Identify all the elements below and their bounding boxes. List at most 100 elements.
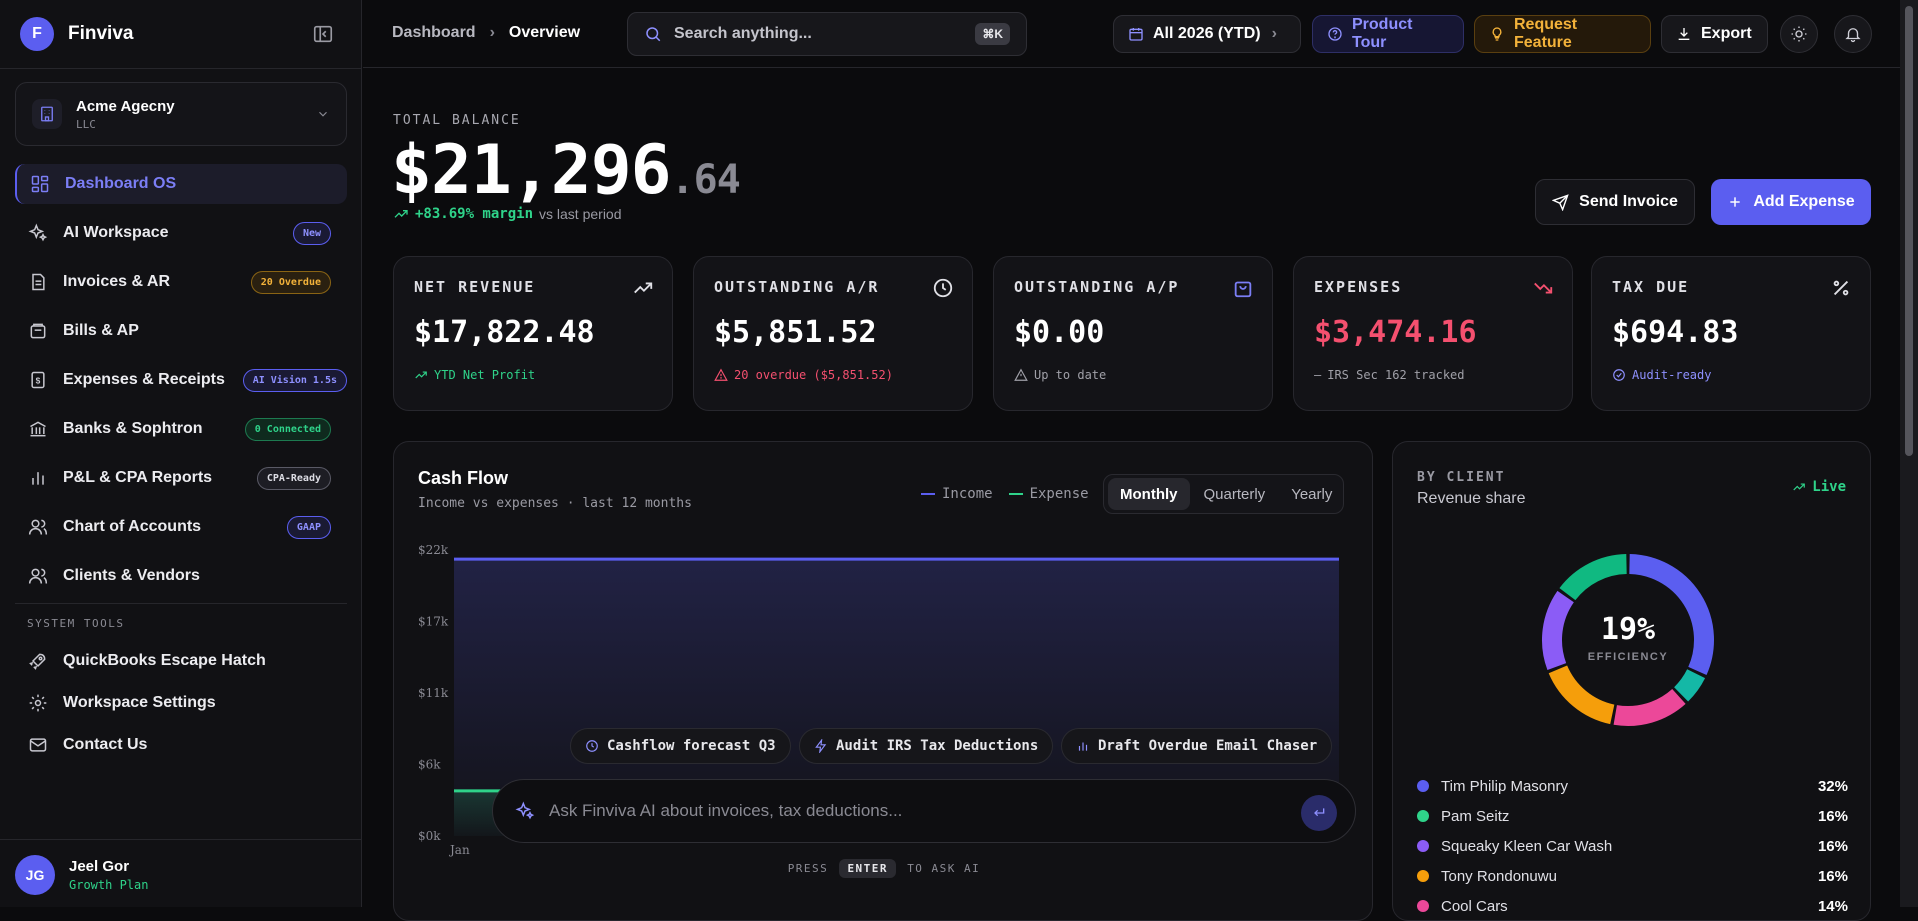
badge-gaap: GAAP <box>286 515 331 539</box>
request-feature-button[interactable]: Request Feature <box>1474 15 1651 53</box>
badge-cpa-ready: CPA-Ready <box>256 466 331 490</box>
svg-text:$: $ <box>36 375 41 385</box>
nav-item-chart-of-accounts[interactable]: Chart of Accounts GAAP <box>15 507 347 547</box>
top-header: Dashboard › Overview Search anything... … <box>363 0 1900 68</box>
donut-slice[interactable] <box>1673 668 1706 702</box>
client-color-dot <box>1417 900 1429 912</box>
nav-item-expenses[interactable]: $ Expenses & Receipts AI Vision 1.5s <box>15 360 347 400</box>
main-nav: Dashboard OS AI Workspace New Invoices &… <box>15 164 347 605</box>
donut-slice[interactable] <box>1613 688 1686 726</box>
quick-prompt-audit[interactable]: Audit IRS Tax Deductions <box>799 728 1054 764</box>
hint-press: PRESS <box>787 862 829 875</box>
client-row[interactable]: Tony Rondonuwu 16% <box>1417 861 1848 891</box>
client-row[interactable]: Cool Cars 14% <box>1417 891 1848 920</box>
scrollbar[interactable] <box>1900 0 1918 907</box>
balance-delta: +83.69% margin vs last period <box>393 206 622 222</box>
breadcrumb-overview: Overview <box>508 24 581 41</box>
ai-ask-placeholder: Ask Finviva AI about invoices, tax deduc… <box>549 801 903 820</box>
breadcrumb-dashboard[interactable]: Dashboard <box>392 24 476 42</box>
notifications-button[interactable] <box>1834 15 1872 53</box>
period-yearly[interactable]: Yearly <box>1279 478 1344 510</box>
search-shortcut: ⌘K <box>975 23 1010 45</box>
lightning-icon <box>814 739 828 753</box>
feature-label: Request Feature <box>1514 16 1578 51</box>
send-invoice-button[interactable]: Send Invoice <box>1535 179 1695 225</box>
client-color-dot <box>1417 870 1429 882</box>
brand[interactable]: F Finviva <box>20 17 133 51</box>
kpi-net-revenue[interactable]: NET REVENUE $17,822.48 YTD Net Profit <box>393 256 673 411</box>
lightbulb-icon <box>1489 26 1505 42</box>
kpi-expenses[interactable]: EXPENSES $3,474.16 — IRS Sec 162 tracked <box>1293 256 1573 411</box>
scrollbar-thumb[interactable] <box>1905 6 1913 456</box>
period-quarterly[interactable]: Quarterly <box>1192 478 1278 510</box>
kpi-outstanding-ap[interactable]: OUTSTANDING A/P $0.00 Up to date <box>993 256 1273 411</box>
kpi-sub: 20 overdue ($5,851.52) <box>714 368 893 382</box>
nav-item-clients-vendors[interactable]: Clients & Vendors <box>15 556 347 596</box>
badge-ai-vision: AI Vision 1.5s <box>242 368 347 392</box>
enter-icon[interactable] <box>1301 795 1337 831</box>
nav-item-banks[interactable]: Banks & Sophtron 0 Connected <box>15 409 347 449</box>
donut-slice[interactable] <box>1559 554 1628 601</box>
trending-up-icon <box>1792 480 1806 494</box>
kpi-value: $0.00 <box>1014 315 1105 350</box>
kpi-label: EXPENSES <box>1314 278 1403 296</box>
kpi-value: $5,851.52 <box>714 315 877 350</box>
live-label: Live <box>1812 479 1846 495</box>
client-row[interactable]: Tim Philip Masonry 32% <box>1417 771 1848 801</box>
delta-value: +83.69% margin <box>415 206 534 222</box>
nav-item-workspace-settings[interactable]: Workspace Settings <box>15 683 347 723</box>
export-button[interactable]: Export <box>1661 15 1768 53</box>
period-selector[interactable]: All 2026 (YTD) › <box>1113 15 1301 53</box>
divider <box>0 839 362 840</box>
by-client-title: BY CLIENT <box>1417 470 1506 485</box>
receipt-icon: $ <box>28 370 48 390</box>
client-share: 16% <box>1817 807 1848 825</box>
nav-label: P&L & CPA Reports <box>63 469 213 486</box>
help-icon <box>1327 26 1343 42</box>
nav-item-invoices[interactable]: Invoices & AR 20 Overdue <box>15 262 347 302</box>
by-client-card: BY CLIENT Revenue share Live 19% EFFICIE… <box>1392 441 1871 921</box>
client-row[interactable]: Squeaky Kleen Car Wash 16% <box>1417 831 1848 861</box>
gear-icon <box>28 693 48 713</box>
nav-item-contact-us[interactable]: Contact Us <box>15 725 347 765</box>
nav-label: AI Workspace <box>63 224 169 241</box>
quick-prompt-label: Cashflow forecast Q3 <box>607 738 776 754</box>
user-profile[interactable]: JG Jeel Gor Growth Plan <box>15 855 148 895</box>
donut-slice[interactable] <box>1548 665 1615 725</box>
kpi-tax-due[interactable]: TAX DUE $694.83 Audit-ready <box>1591 256 1871 411</box>
period-monthly[interactable]: Monthly <box>1108 478 1190 510</box>
kpi-outstanding-ar[interactable]: OUTSTANDING A/R $5,851.52 20 overdue ($5… <box>693 256 973 411</box>
product-tour-button[interactable]: Product Tour <box>1312 15 1464 53</box>
add-expense-button[interactable]: Add Expense <box>1711 179 1871 225</box>
quick-prompt-forecast[interactable]: Cashflow forecast Q3 <box>570 728 791 764</box>
mail-icon <box>28 735 48 755</box>
quick-prompt-email[interactable]: Draft Overdue Email Chaser <box>1061 728 1333 764</box>
nav-item-bills[interactable]: Bills & AP <box>15 311 347 351</box>
nav-label: QuickBooks Escape Hatch <box>63 652 266 669</box>
theme-toggle-button[interactable] <box>1780 15 1818 53</box>
breadcrumb: Dashboard › Overview <box>392 24 580 42</box>
sidebar-collapse-icon[interactable] <box>312 23 334 45</box>
org-switcher[interactable]: Acme Agecny LLC <box>15 82 347 146</box>
client-row[interactable]: Pam Seitz 16% <box>1417 801 1848 831</box>
nav-item-quickbooks-escape[interactable]: QuickBooks Escape Hatch <box>15 641 347 681</box>
client-color-dot <box>1417 810 1429 822</box>
badge-new: New <box>292 221 331 245</box>
search-input[interactable]: Search anything... ⌘K <box>627 12 1027 56</box>
nav-item-dashboard[interactable]: Dashboard OS <box>15 164 347 204</box>
ai-ask-input[interactable]: Ask Finviva AI about invoices, tax deduc… <box>492 779 1356 843</box>
y-tick-label: $6k <box>418 758 441 772</box>
search-icon <box>644 25 662 43</box>
delta-note: vs last period <box>539 206 622 222</box>
user-name: Jeel Gor <box>69 858 130 875</box>
grid-icon <box>30 174 50 194</box>
sparkles-icon <box>515 801 535 821</box>
kpi-label: OUTSTANDING A/P <box>1014 278 1180 296</box>
total-balance-label: TOTAL BALANCE <box>393 113 521 128</box>
bank-icon <box>28 419 48 439</box>
x-tick-label: Jan <box>448 843 470 857</box>
system-nav: QuickBooks Escape Hatch Workspace Settin… <box>15 641 347 767</box>
nav-item-reports[interactable]: P&L & CPA Reports CPA-Ready <box>15 458 347 498</box>
nav-item-ai-workspace[interactable]: AI Workspace New <box>15 213 347 253</box>
calendar-icon <box>1128 26 1144 42</box>
